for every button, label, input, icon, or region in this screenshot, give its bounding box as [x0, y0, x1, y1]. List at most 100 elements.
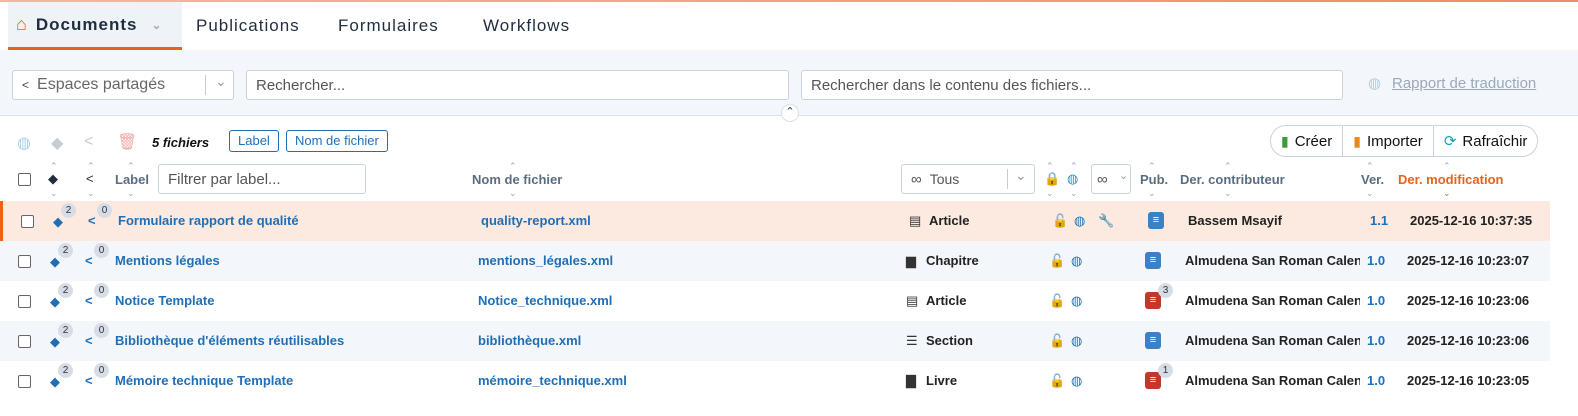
globe-icon[interactable]: ◍	[1071, 373, 1082, 389]
col-pub[interactable]: Pub.	[1140, 172, 1168, 187]
row-version-link[interactable]: 1.0	[1367, 253, 1385, 268]
row-checkbox[interactable]	[18, 255, 31, 268]
tags-count-badge: 2	[58, 283, 73, 298]
content-search-input[interactable]	[801, 70, 1343, 100]
globe-icon[interactable]: ◍	[1071, 253, 1082, 269]
table-row[interactable]: ◆ 2 < 0 Notice Template Notice_technique…	[0, 281, 1550, 321]
content-search-box[interactable]	[811, 76, 1342, 94]
row-contributor: Almudena San Roman Calencc	[1185, 253, 1360, 268]
select-all-checkbox[interactable]	[18, 173, 31, 186]
row-filename-link[interactable]: Notice_technique.xml	[478, 293, 612, 308]
document-type-icon: ☰	[906, 333, 918, 348]
row-label-link[interactable]: Formulaire rapport de qualité	[118, 213, 299, 228]
collapse-toolbar-icon[interactable]: ⌃	[781, 104, 799, 122]
row-type: Chapitre	[926, 253, 979, 268]
col-filename[interactable]: Nom de fichier	[472, 172, 562, 187]
table-header: ⌃⌄ ◆ ⌃⌄ < ⌃⌄ Label ⌃⌄ Nom de fichier ∞ T…	[0, 160, 1578, 200]
share-icon[interactable]: <	[88, 213, 96, 228]
globe-icon[interactable]: ◍	[17, 133, 31, 153]
share-icon[interactable]: <	[85, 333, 93, 348]
wrench-icon[interactable]: 🔧	[1098, 213, 1114, 229]
row-checkbox[interactable]	[21, 215, 34, 228]
row-version-link[interactable]: 1.0	[1367, 333, 1385, 348]
table-row[interactable]: ◆ 2 < 0 Bibliothèque d'éléments réutilis…	[0, 321, 1550, 361]
share-icon: <	[22, 78, 30, 92]
tags-icon[interactable]: ◆	[50, 334, 60, 350]
row-filename-link[interactable]: bibliothèque.xml	[478, 333, 581, 348]
row-filename-link[interactable]: mémoire_technique.xml	[478, 373, 627, 388]
tags-icon[interactable]: ◆	[50, 294, 60, 310]
search-input-box[interactable]	[256, 76, 788, 94]
type-filter-select[interactable]: ∞ Tous ⌄	[901, 164, 1035, 194]
table-row[interactable]: ◆ 2 < 0 Formulaire rapport de qualité qu…	[0, 201, 1550, 241]
unlock-icon[interactable]: 🔓	[1052, 213, 1068, 229]
col-label[interactable]: Label	[115, 172, 149, 187]
unlock-icon[interactable]: 🔓	[1049, 293, 1065, 309]
tab-documents[interactable]: ⌂ Documents ⌄	[8, 2, 182, 50]
col-modified[interactable]: Der. modification	[1398, 172, 1503, 187]
row-filename-link[interactable]: quality-report.xml	[481, 213, 591, 228]
globe-icon[interactable]: ◍	[1071, 293, 1082, 309]
row-label-link[interactable]: Mémoire technique Template	[115, 373, 293, 388]
label-filter-box[interactable]	[168, 170, 365, 188]
row-checkbox[interactable]	[18, 295, 31, 308]
space-select[interactable]: < Espaces partagés ⌄	[12, 70, 234, 100]
refresh-button[interactable]: ⟳ Rafraîchir	[1434, 126, 1538, 156]
row-version-link[interactable]: 1.0	[1367, 373, 1385, 388]
tags-icon[interactable]: ◆	[51, 133, 63, 153]
translation-report-link[interactable]: Rapport de traduction	[1392, 75, 1536, 92]
tags-icon[interactable]: ◆	[53, 214, 63, 230]
row-contributor: Almudena San Roman Calencc	[1185, 373, 1360, 388]
share-icon[interactable]: <	[85, 293, 93, 308]
tags-icon[interactable]: ◆	[50, 254, 60, 270]
table-row[interactable]: ◆ 2 < 0 Mémoire technique Template mémoi…	[0, 361, 1550, 401]
globe-icon[interactable]: ◍	[1071, 333, 1082, 349]
row-version-link[interactable]: 1.0	[1367, 293, 1385, 308]
row-label-link[interactable]: Bibliothèque d'éléments réutilisables	[115, 333, 344, 348]
row-modified: 2025-12-16 10:37:35	[1410, 213, 1533, 228]
publication-icon[interactable]: ≡	[1148, 212, 1164, 229]
table-row[interactable]: ◆ 2 < 0 Mentions légales mentions_légale…	[0, 241, 1550, 281]
row-filename-link[interactable]: mentions_légales.xml	[478, 253, 613, 268]
import-button[interactable]: ▮ Importer	[1343, 126, 1434, 156]
chevron-down-icon: ⌄	[1119, 170, 1129, 182]
document-type-icon: ▤	[909, 213, 922, 228]
home-icon: ⌂	[16, 14, 28, 34]
publication-icon[interactable]: ≡	[1145, 332, 1161, 349]
create-button[interactable]: ▮ Créer	[1271, 126, 1344, 156]
shares-count-badge: 0	[97, 203, 112, 218]
row-checkbox[interactable]	[18, 375, 31, 388]
row-version-link[interactable]: 1.1	[1370, 213, 1388, 228]
tags-icon[interactable]: ◆	[50, 374, 60, 390]
row-type: Article	[929, 213, 970, 228]
search-input[interactable]	[246, 70, 789, 100]
share-icon[interactable]: <	[85, 373, 93, 388]
pill-filename[interactable]: Nom de fichier	[286, 130, 388, 152]
share-icon[interactable]: <	[84, 133, 93, 151]
tab-workflows[interactable]: Workflows	[483, 2, 570, 50]
unlock-icon[interactable]: 🔓	[1049, 373, 1065, 389]
link-filter-select[interactable]: ∞ ⌄	[1091, 164, 1131, 194]
share-icon[interactable]: <	[85, 253, 93, 268]
unlock-icon[interactable]: 🔓	[1049, 333, 1065, 349]
shares-count-badge: 0	[94, 243, 109, 258]
unlock-icon[interactable]: 🔓	[1049, 253, 1065, 269]
publication-icon[interactable]: ≡	[1145, 252, 1161, 269]
col-version[interactable]: Ver.	[1361, 172, 1384, 187]
shares-count-badge: 0	[94, 283, 109, 298]
row-contributor: Bassem Msayif	[1188, 213, 1282, 228]
trash-icon[interactable]: 🗑	[117, 132, 137, 152]
pill-label[interactable]: Label	[229, 130, 279, 152]
col-contributor[interactable]: Der. contributeur	[1180, 172, 1285, 187]
file-count: 5 fichiers	[152, 135, 210, 150]
row-contributor: Almudena San Roman Calencc	[1185, 293, 1360, 308]
row-checkbox[interactable]	[18, 335, 31, 348]
chevron-down-icon[interactable]: ⌄	[151, 18, 162, 32]
globe-icon[interactable]: ◍	[1074, 213, 1085, 229]
label-filter-input[interactable]	[158, 164, 366, 194]
row-label-link[interactable]: Notice Template	[115, 293, 214, 308]
tab-publications[interactable]: Publications	[196, 2, 300, 50]
row-type: Section	[926, 333, 973, 348]
tab-formulaires[interactable]: Formulaires	[338, 2, 439, 50]
row-label-link[interactable]: Mentions légales	[115, 253, 220, 268]
